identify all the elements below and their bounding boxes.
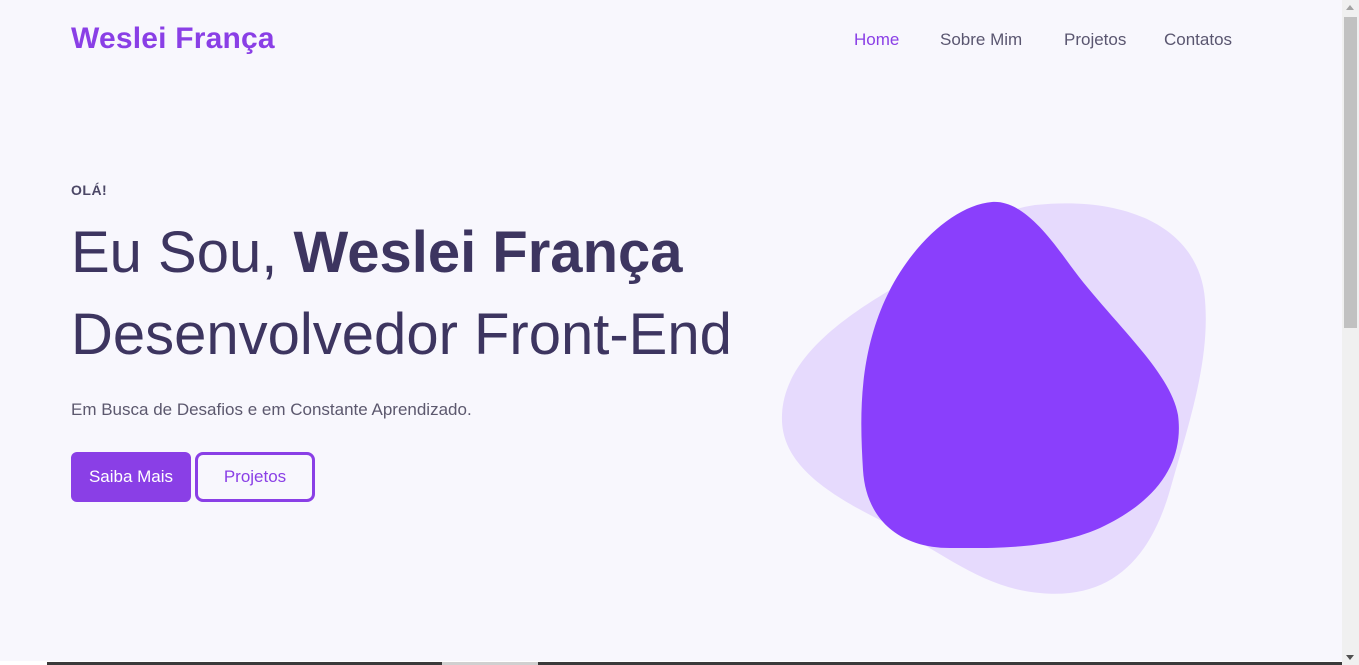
saiba-mais-button[interactable]: Saiba Mais <box>71 452 191 502</box>
scroll-up-icon[interactable] <box>1346 5 1354 10</box>
nav-item-home[interactable]: Home <box>854 30 899 50</box>
hero-subtitle: Em Busca de Desafios e em Constante Apre… <box>71 400 472 419</box>
nav-item-projetos[interactable]: Projetos <box>1064 30 1126 50</box>
nav-item-sobre-mim[interactable]: Sobre Mim <box>940 30 1022 50</box>
headline-line-1: Eu Sou, Weslei França <box>71 212 732 294</box>
headline-prefix: Eu Sou, <box>71 220 278 285</box>
headline-name: Weslei França <box>293 220 683 285</box>
blob-shape-icon <box>781 201 1206 594</box>
main-nav: Home Sobre Mim Projetos Contatos <box>0 30 1340 54</box>
page: Weslei França Home Sobre Mim Projetos Co… <box>0 0 1359 665</box>
hero-headline: Eu Sou, Weslei França Desenvolvedor Fron… <box>71 212 732 376</box>
scroll-down-icon[interactable] <box>1346 655 1354 660</box>
page-scrollbar[interactable] <box>1342 0 1359 665</box>
bottom-edge-bar <box>0 661 1342 665</box>
headline-role: Desenvolvedor Front-End <box>71 302 732 367</box>
projetos-button[interactable]: Projetos <box>195 452 315 502</box>
hero-greeting: OLÁ! <box>71 182 108 198</box>
nav-item-contatos[interactable]: Contatos <box>1164 30 1232 50</box>
scrollbar-thumb[interactable] <box>1344 17 1357 328</box>
